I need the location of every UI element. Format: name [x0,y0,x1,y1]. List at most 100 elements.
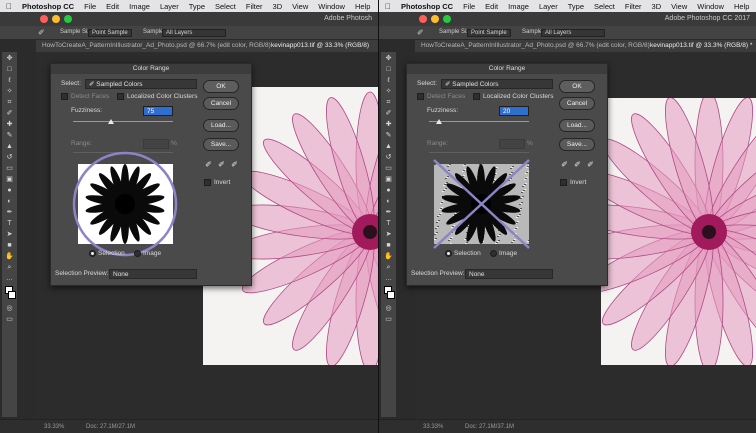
zoom-level[interactable]: 33.33% [44,424,64,430]
tab-document-1[interactable]: HowToCreateA_PatternInIllustrator_Ad_Pho… [421,42,650,49]
move-icon[interactable]: ✥ [384,55,394,63]
marquee-icon[interactable]: □ [5,66,15,74]
history-brush-icon[interactable]: ↺ [384,154,394,162]
quick-mask-icon[interactable]: ◎ [5,305,15,313]
menu-item[interactable]: Select [210,2,241,11]
color-swatches-icon[interactable] [383,286,395,302]
menu-item[interactable]: Edit [101,2,124,11]
move-icon[interactable]: ✥ [5,55,15,63]
menu-item[interactable]: Help [729,2,754,11]
document-canvas[interactable] [601,98,756,365]
menu-item[interactable]: Type [184,2,210,11]
quick-mask-icon[interactable]: ◎ [384,305,394,313]
eyedropper-minus-icon[interactable]: ✐ [230,160,239,169]
menu-item[interactable]: Edit [480,2,503,11]
healing-icon[interactable]: ✚ [5,121,15,129]
load-button[interactable]: Load... [203,119,239,132]
menu-item[interactable]: View [287,2,313,11]
menu-item[interactable]: File [458,2,480,11]
eyedropper-minus-icon[interactable]: ✐ [586,160,595,169]
cancel-button[interactable]: Cancel [559,97,595,110]
brush-icon[interactable]: ✎ [384,132,394,140]
gradient-icon[interactable]: ▣ [384,176,394,184]
close-window-button[interactable] [419,15,427,23]
sample-size-select[interactable]: Point Sample [467,29,511,37]
close-window-button[interactable] [40,15,48,23]
eyedropper-plus-icon[interactable]: ✐ [573,160,582,169]
tab-document-2[interactable]: kevinapp013.tif @ 33.3% (RGB/8) * [650,42,752,49]
zoom-icon[interactable]: ⌕ [384,264,394,272]
eraser-icon[interactable]: ▭ [5,165,15,173]
shape-icon[interactable]: ■ [5,242,15,250]
blur-icon[interactable]: ● [384,187,394,195]
menu-item[interactable]: Type [563,2,589,11]
menu-item[interactable]: 3D [647,2,667,11]
zoom-window-button[interactable] [443,15,451,23]
eyedropper-plus-icon[interactable]: ✐ [217,160,226,169]
menu-item[interactable]: File [79,2,101,11]
menu-item[interactable]: Select [589,2,620,11]
minimize-window-button[interactable] [431,15,439,23]
minimize-window-button[interactable] [52,15,60,23]
crop-icon[interactable]: ⌗ [5,99,15,107]
cancel-button[interactable]: Cancel [203,97,239,110]
path-select-icon[interactable]: ➤ [384,231,394,239]
crop-icon[interactable]: ⌗ [384,99,394,107]
ok-button[interactable]: OK [203,80,239,93]
brush-icon[interactable]: ✎ [5,132,15,140]
tab-document-1[interactable]: HowToCreateA_PatternInIllustrator_Ad_Pho… [42,42,271,49]
pen-icon[interactable]: ✒ [384,209,394,217]
apple-icon[interactable]:  [0,2,17,11]
menu-item[interactable]: Window [313,2,350,11]
selection-radio[interactable] [445,250,452,257]
type-icon[interactable]: T [5,220,15,228]
menu-item[interactable]: Filter [241,2,268,11]
zoom-icon[interactable]: ⌕ [5,264,15,272]
healing-icon[interactable]: ✚ [384,121,394,129]
quick-select-icon[interactable]: ✧ [5,88,15,96]
tab-document-2[interactable]: kevinapp013.tif @ 33.3% (RGB/8) [271,42,369,49]
eyedropper-icon[interactable]: ✐ [560,160,569,169]
menu-item[interactable]: Filter [620,2,647,11]
selection-preview-select[interactable]: None [109,269,197,279]
blur-icon[interactable]: ● [5,187,15,195]
color-swatches-icon[interactable] [4,286,16,302]
hand-icon[interactable]: ✋ [5,253,15,261]
eyedropper-icon[interactable]: ✐ [38,28,45,37]
menu-item[interactable]: 3D [268,2,288,11]
menu-item[interactable]: Help [350,2,375,11]
menu-item[interactable]: Window [692,2,729,11]
stamp-icon[interactable]: ▲ [384,143,394,151]
app-menu[interactable]: Photoshop CC [17,2,79,11]
app-menu[interactable]: Photoshop CC [396,2,458,11]
zoom-level[interactable]: 33.33% [423,424,443,430]
pen-icon[interactable]: ✒ [5,209,15,217]
path-select-icon[interactable]: ➤ [5,231,15,239]
eyedropper-icon[interactable]: ✐ [204,160,213,169]
selection-preview-select[interactable]: None [465,269,553,279]
menu-item[interactable]: Layer [534,2,563,11]
screen-mode-icon[interactable]: ▭ [384,316,394,324]
zoom-window-button[interactable] [64,15,72,23]
sample-select[interactable]: All Layers [541,29,605,37]
image-radio[interactable] [134,250,141,257]
dodge-icon[interactable]: ◐ [384,198,394,206]
eraser-icon[interactable]: ▭ [384,165,394,173]
lasso-icon[interactable]: ℓ [384,77,394,85]
stamp-icon[interactable]: ▲ [5,143,15,151]
ok-button[interactable]: OK [559,80,595,93]
apple-icon[interactable]:  [379,2,396,11]
menu-item[interactable]: Image [124,2,155,11]
save-button[interactable]: Save... [559,138,595,151]
sample-select[interactable]: All Layers [162,29,226,37]
quick-select-icon[interactable]: ✧ [384,88,394,96]
more-tools-icon[interactable]: … [5,275,15,283]
menu-item[interactable]: View [666,2,692,11]
eyedropper-tool-icon[interactable]: ✐ [384,110,394,118]
load-button[interactable]: Load... [559,119,595,132]
gradient-icon[interactable]: ▣ [5,176,15,184]
selection-radio[interactable] [89,250,96,257]
menu-item[interactable]: Image [503,2,534,11]
more-tools-icon[interactable]: … [384,275,394,283]
marquee-icon[interactable]: □ [384,66,394,74]
